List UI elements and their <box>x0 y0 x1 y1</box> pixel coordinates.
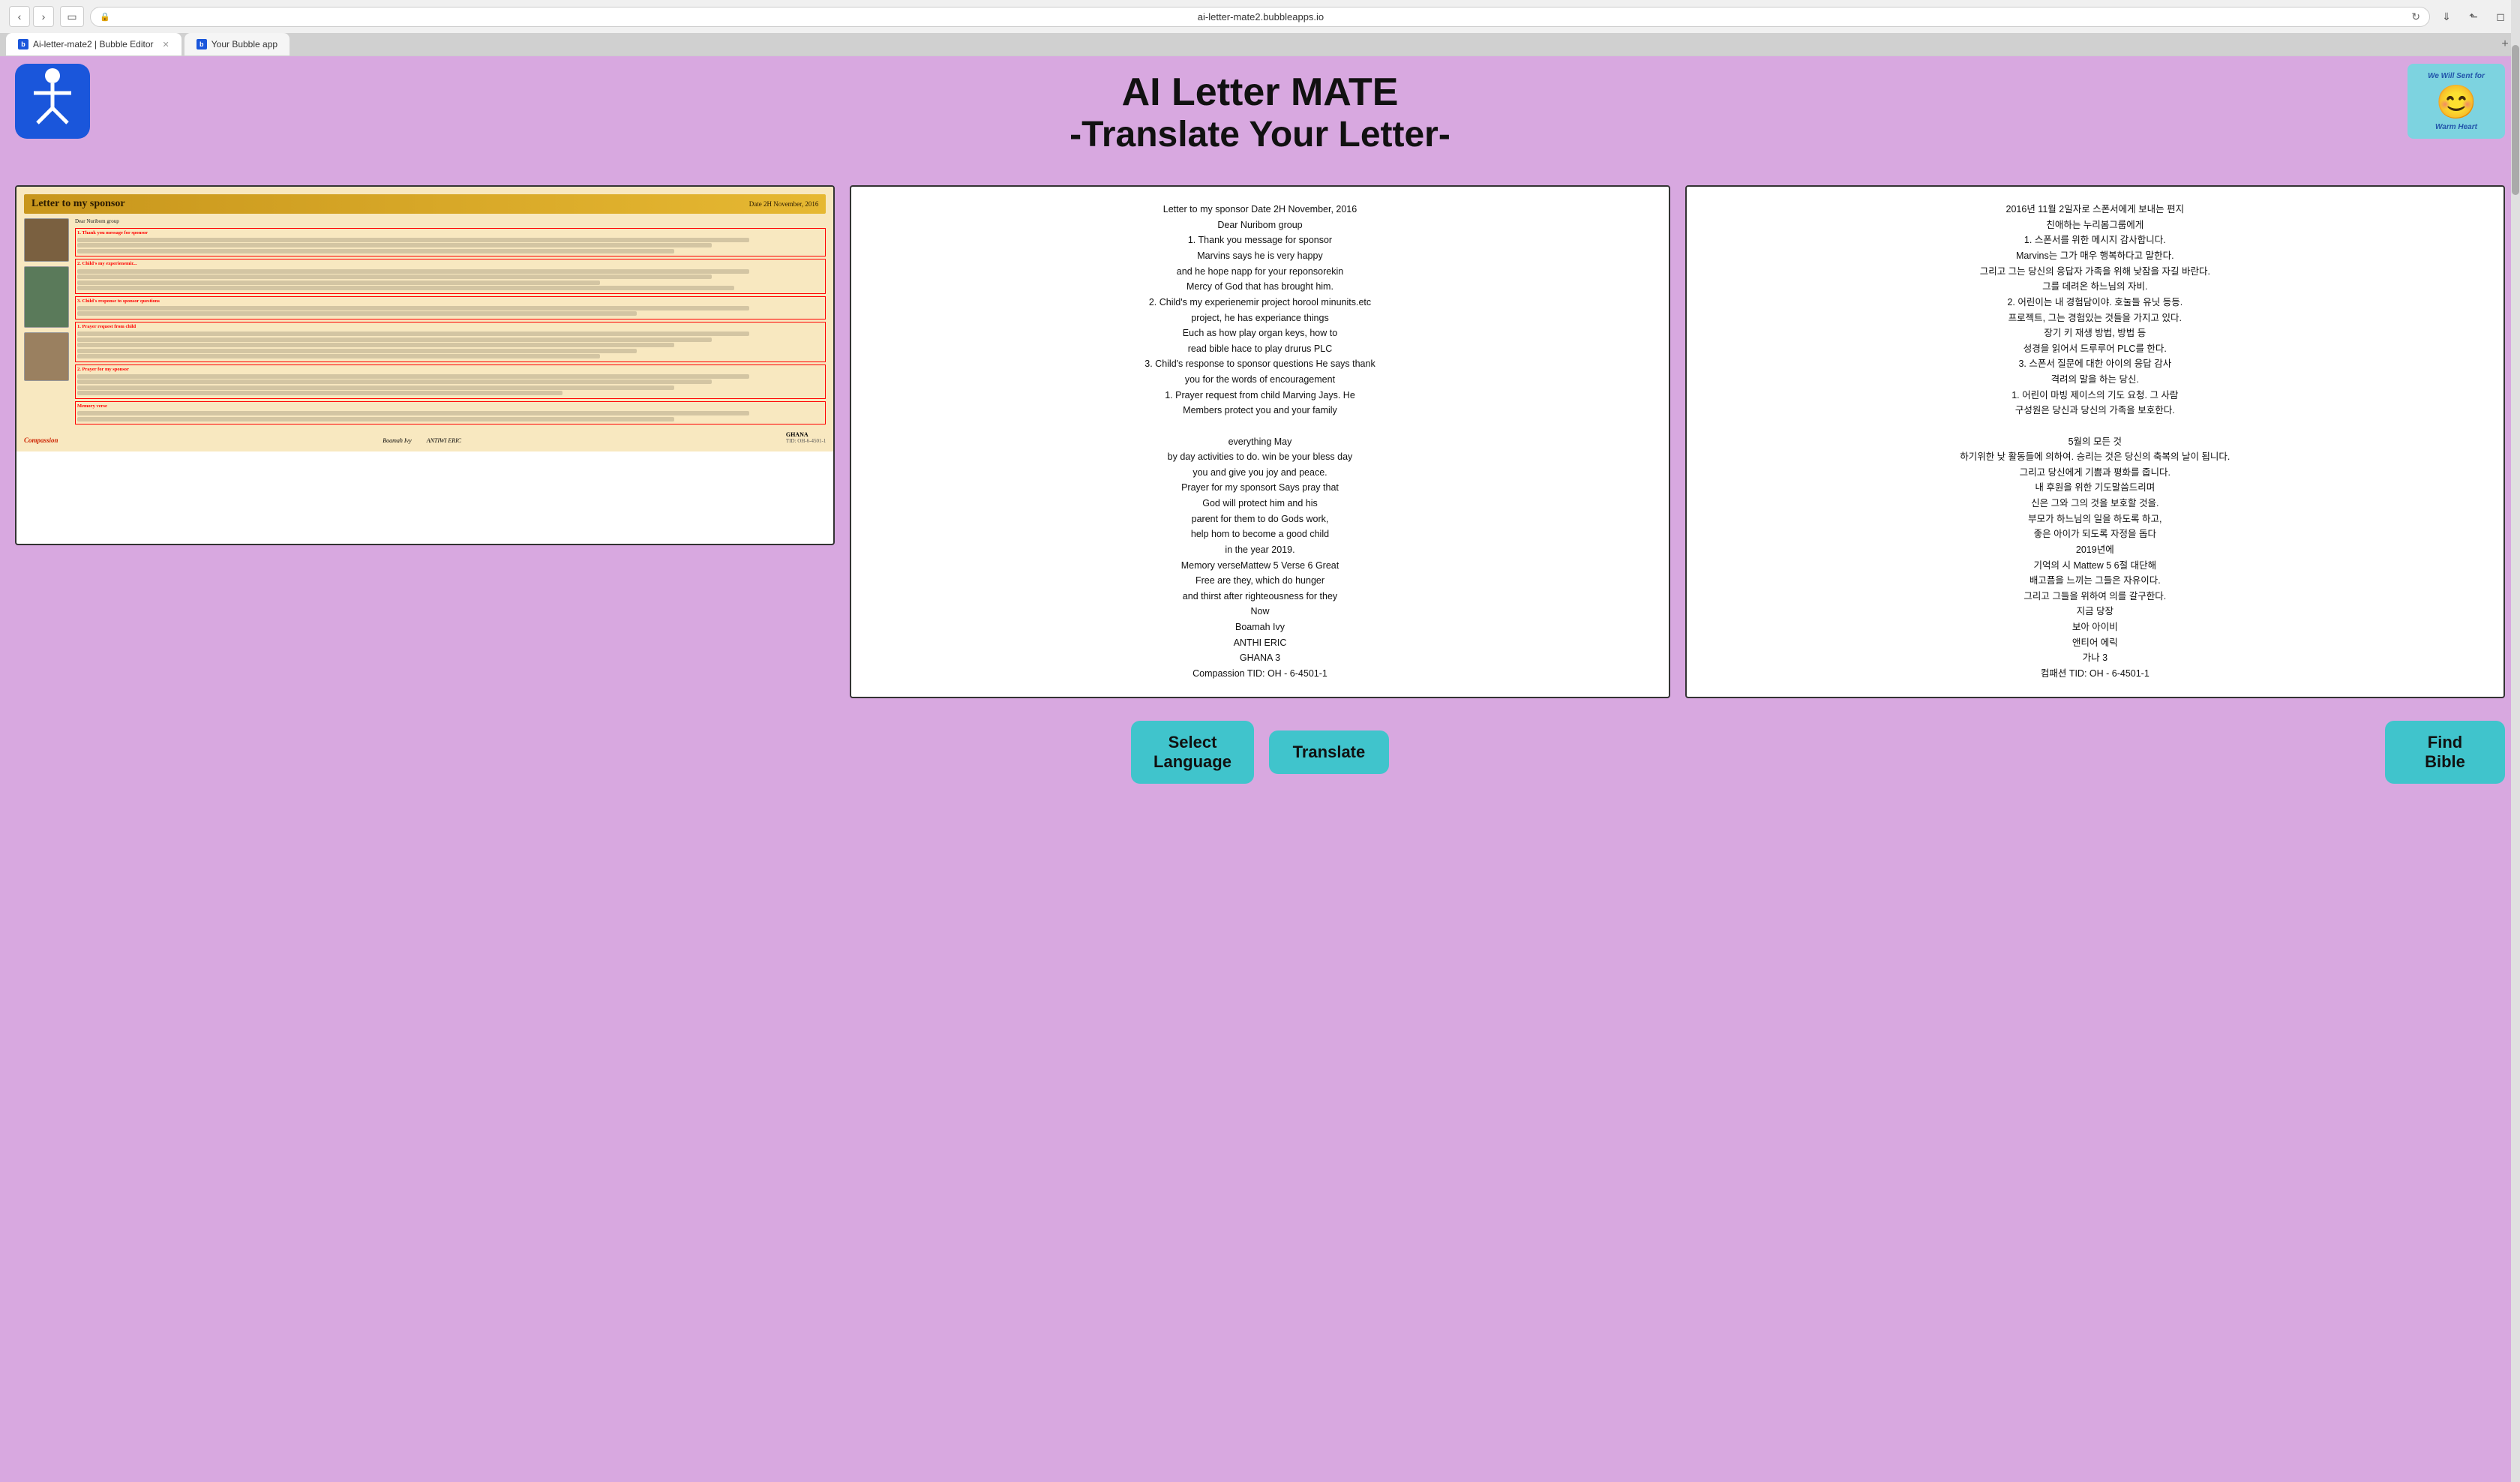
scrollbar-track <box>2511 0 2520 1482</box>
letter-compassion-logo: Compassion <box>24 436 58 444</box>
tab-label-1: Ai-letter-mate2 | Bubble Editor <box>33 39 154 50</box>
nav-buttons: ‹ › <box>9 6 54 27</box>
letter-footer: Compassion Boamah Ivy ANTIWI ERIC GHANA … <box>24 431 826 444</box>
header-title: AI Letter MATE -Translate Your Letter- <box>1070 71 1450 155</box>
lock-icon: 🔒 <box>100 12 110 22</box>
letter-img-date: Date 2H November, 2016 <box>749 200 819 208</box>
highlight-label-3: 3. Child's response to sponsor questions <box>77 298 824 305</box>
tab-icon-2: b <box>196 39 207 50</box>
smiley-face-icon: 😊 <box>2436 82 2477 122</box>
tab-editor[interactable]: b Ai-letter-mate2 | Bubble Editor ✕ <box>6 33 182 56</box>
find-bible-line1: Find <box>2428 733 2462 752</box>
tab-bubble-app[interactable]: b Your Bubble app <box>184 33 290 56</box>
header: AI Letter MATE -Translate Your Letter- W… <box>15 56 2505 163</box>
letter-text-content: Dear Nuribom group 1. Thank you message … <box>75 218 826 427</box>
tabs-bar: b Ai-letter-mate2 | Bubble Editor ✕ b Yo… <box>0 33 2520 56</box>
highlight-section-1: 1. Thank you message for sponsor <box>75 228 826 257</box>
photo-1 <box>24 218 69 262</box>
korean-letter-text: 2016년 11월 2일자로 스폰서에게 보내는 편지 친애하는 누리봄그룹에게… <box>1702 202 2488 681</box>
photo-2 <box>24 266 69 328</box>
letter-signatures: Boamah Ivy ANTIWI ERIC <box>382 437 461 444</box>
letter-top-bar: Letter to my sponsor Date 2H November, 2… <box>24 194 826 214</box>
letter-img-title: Letter to my sponsor <box>32 198 125 210</box>
smiley-top-text: We Will Sent for <box>2428 72 2485 81</box>
sig-left: Boamah Ivy <box>382 437 411 444</box>
tab-close-1[interactable]: ✕ <box>163 40 170 50</box>
content-area: Letter to my sponsor Date 2H November, 2… <box>15 185 2505 698</box>
letter-ghana-tid: GHANA TID: OH-6-4501-1 <box>786 431 826 444</box>
highlight-label-1: 1. Thank you message for sponsor <box>77 230 824 237</box>
tab-label-2: Your Bubble app <box>212 39 278 50</box>
highlight-section-6: Memory verse <box>75 401 826 424</box>
download-button[interactable]: ⇓ <box>2436 6 2457 27</box>
sig-right: ANTIWI ERIC <box>427 437 461 444</box>
find-bible-button[interactable]: Find Bible <box>2385 721 2505 784</box>
url-text: ai-letter-mate2.bubbleapps.io <box>116 11 2406 22</box>
highlight-section-4: 1. Prayer request from child <box>75 322 826 362</box>
fullscreen-button[interactable]: ◻ <box>2490 6 2511 27</box>
forward-button[interactable]: › <box>33 6 54 27</box>
buttons-row: Select Language Translate Find Bible <box>15 721 2505 784</box>
highlight-section-5: 2. Prayer for my sponsor <box>75 364 826 399</box>
url-bar[interactable]: 🔒 ai-letter-mate2.bubbleapps.io ↻ <box>90 7 2430 27</box>
app-container: AI Letter MATE -Translate Your Letter- W… <box>0 56 2520 814</box>
english-text-panel: Letter to my sponsor Date 2H November, 2… <box>850 185 1670 698</box>
smiley-bottom-text: Warm Heart <box>2435 123 2477 131</box>
tid-text: TID: OH-6-4501-1 <box>786 438 826 444</box>
browser-toolbar: ‹ › ▭ 🔒 ai-letter-mate2.bubbleapps.io ↻ … <box>0 0 2520 33</box>
title-line2: -Translate Your Letter- <box>1070 114 1450 155</box>
logo-box <box>15 64 90 139</box>
highlight-label-2: 2. Child's my experienemir... <box>77 261 824 268</box>
reload-icon[interactable]: ↻ <box>2411 10 2420 23</box>
highlight-section-3: 3. Child's response to sponsor questions <box>75 296 826 320</box>
find-bible-line2: Bible <box>2425 752 2465 771</box>
translate-button[interactable]: Translate <box>1269 730 1389 774</box>
smiley-box: We Will Sent for 😊 Warm Heart <box>2408 64 2505 139</box>
translate-label: Translate <box>1293 742 1366 761</box>
highlight-section-2: 2. Child's my experienemir... <box>75 259 826 293</box>
photo-3 <box>24 332 69 381</box>
highlight-label-5: 2. Prayer for my sponsor <box>77 367 824 374</box>
compassion-text: Compassion <box>24 436 58 444</box>
letter-image-panel: Letter to my sponsor Date 2H November, 2… <box>15 185 835 545</box>
select-language-line1: Select <box>1168 733 1217 752</box>
letter-simulation: Letter to my sponsor Date 2H November, 2… <box>16 187 833 452</box>
highlight-label-4: 1. Prayer request from child <box>77 324 824 331</box>
ghana-text: GHANA <box>786 431 826 438</box>
browser-chrome: ‹ › ▭ 🔒 ai-letter-mate2.bubbleapps.io ↻ … <box>0 0 2520 56</box>
share-button[interactable]: ⬑ <box>2463 6 2484 27</box>
select-language-button[interactable]: Select Language <box>1131 721 1254 784</box>
title-line1: AI Letter MATE <box>1070 71 1450 114</box>
letter-body: Dear Nuribom group 1. Thank you message … <box>24 218 826 427</box>
highlight-label-6: Memory verse <box>77 404 824 410</box>
english-text-content: Letter to my sponsor Date 2H November, 2… <box>851 187 1668 696</box>
view-button[interactable]: ▭ <box>60 6 84 27</box>
logo-icon <box>26 67 79 136</box>
tab-icon-1: b <box>18 39 28 50</box>
back-button[interactable]: ‹ <box>9 6 30 27</box>
select-language-line2: Language <box>1154 752 1232 771</box>
korean-text-content: 2016년 11월 2일자로 스폰서에게 보내는 편지 친애하는 누리봄그룹에게… <box>1687 187 2504 696</box>
scrollbar-thumb[interactable] <box>2512 45 2519 195</box>
korean-text-panel: 2016년 11월 2일자로 스폰서에게 보내는 편지 친애하는 누리봄그룹에게… <box>1685 185 2505 698</box>
letter-photos <box>24 218 69 427</box>
browser-actions: ⇓ ⬑ ◻ <box>2436 6 2511 27</box>
english-letter-text: Letter to my sponsor Date 2H November, 2… <box>866 202 1653 681</box>
